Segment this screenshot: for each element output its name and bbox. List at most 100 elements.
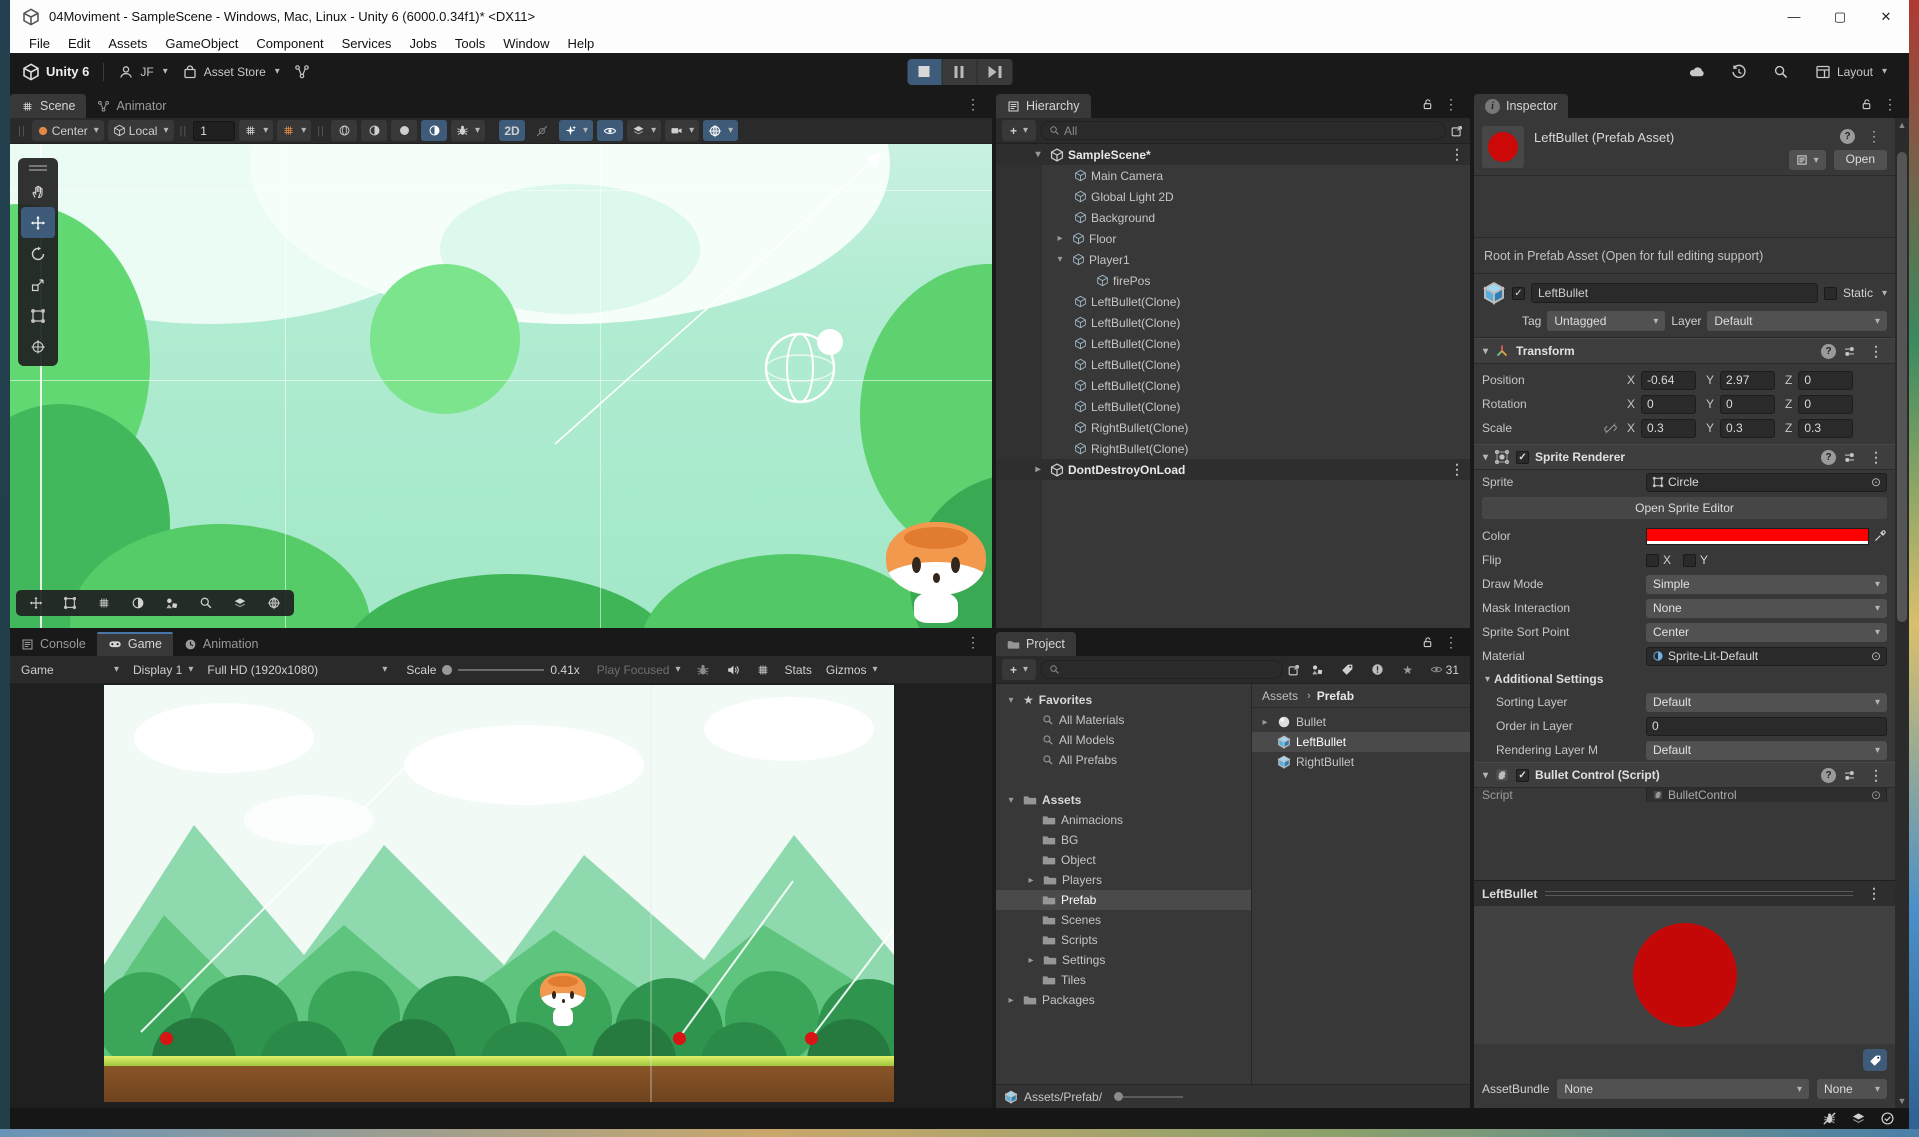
material-object-field[interactable]: Sprite-Lit-Default ⊙ (1646, 647, 1887, 666)
cloud-icon[interactable] (1689, 64, 1705, 80)
vsync-button[interactable] (750, 659, 776, 680)
tools-drag-handle[interactable] (29, 165, 47, 171)
rect-tool-button[interactable] (21, 300, 55, 331)
chevron-down-icon[interactable]: ▾ (1882, 288, 1887, 299)
scene-visibility-button[interactable] (597, 120, 623, 141)
preset-icon[interactable] (1843, 769, 1856, 782)
kebab-icon[interactable]: ⋮ (1861, 128, 1887, 145)
slider-knob[interactable] (442, 665, 452, 675)
project-asset-leftbullet[interactable]: LeftBullet (1252, 732, 1470, 752)
scale-x-field[interactable]: 0.3 (1641, 419, 1696, 438)
hierarchy-item-player1[interactable]: ▾Player1 (996, 249, 1470, 270)
sprite-object-field[interactable]: Circle ⊙ (1646, 473, 1887, 492)
hierarchy-item-leftbullet-clone[interactable]: LeftBullet(Clone) (996, 396, 1470, 417)
tag-dropdown[interactable]: Untagged▾ (1547, 311, 1665, 331)
assetbundle-variant-dropdown[interactable]: None▾ (1817, 1079, 1887, 1099)
hierarchy-menu-kebab-icon[interactable]: ⋮ (1438, 96, 1464, 113)
kebab-icon[interactable]: ⋮ (1863, 767, 1889, 784)
asset-labels-button[interactable] (1863, 1049, 1887, 1071)
grid-overlay-icon[interactable] (88, 592, 120, 614)
position-z-field[interactable]: 0 (1798, 371, 1853, 390)
hierarchy-item-dontdestroyonload[interactable]: ▸DontDestroyOnLoad⋮ (996, 459, 1470, 480)
slider-track[interactable] (458, 669, 544, 671)
object-picker-icon[interactable]: ⊙ (1871, 475, 1881, 489)
sprite-sort-point-dropdown[interactable]: Center▾ (1646, 623, 1887, 642)
project-asset-rightbullet[interactable]: RightBullet (1252, 752, 1470, 772)
undo-history-icon[interactable] (1731, 64, 1747, 80)
foldout-arrow[interactable]: ▾ (1004, 795, 1018, 806)
orientation-dropdown[interactable]: Local ▾ (108, 120, 174, 141)
foldout-arrow[interactable]: ▸ (1004, 995, 1018, 1006)
project-menu-kebab-icon[interactable]: ⋮ (1438, 634, 1464, 651)
render-mode-button[interactable] (421, 120, 447, 141)
menu-services[interactable]: Services (333, 36, 401, 51)
menu-gameobject[interactable]: GameObject (156, 36, 247, 51)
breadcrumb-current[interactable]: Prefab (1317, 689, 1354, 703)
tab-console[interactable]: Console (10, 632, 97, 656)
tab-project[interactable]: Project (996, 632, 1076, 656)
project-search-input[interactable] (1040, 660, 1283, 679)
shading-shaded-wire-button[interactable] (361, 120, 387, 141)
rotation-z-field[interactable]: 0 (1798, 395, 1853, 414)
shading-shaded-button[interactable] (391, 120, 417, 141)
object-picker-icon[interactable]: ⊙ (1871, 649, 1881, 663)
project-folder-players[interactable]: ▸Players (996, 870, 1251, 890)
scale-tool-button[interactable] (21, 269, 55, 300)
rect-overlay-icon[interactable] (54, 592, 86, 614)
scroll-up-arrow[interactable]: ▲ (1895, 118, 1909, 132)
project-folder-assets[interactable]: ▾Assets (996, 790, 1251, 810)
foldout-arrow[interactable]: ▾ (1004, 695, 1018, 706)
game-menu-kebab-icon[interactable]: ⋮ (960, 634, 986, 651)
hierarchy-item-floor[interactable]: ▸Floor (996, 228, 1470, 249)
pause-button[interactable] (942, 59, 977, 85)
hierarchy-item-firepos[interactable]: firePos (996, 270, 1470, 291)
foldout-arrow[interactable]: ▾ (1483, 346, 1488, 357)
stats-button[interactable]: Stats (780, 659, 817, 680)
color-swatch[interactable] (1646, 528, 1869, 545)
drag-handle[interactable]: || (16, 125, 28, 137)
assetbundle-dropdown[interactable]: None▾ (1557, 1079, 1809, 1099)
scene-camera-dropdown[interactable]: ▾ (665, 120, 699, 141)
hierarchy-item-background[interactable]: Background (996, 207, 1470, 228)
project-folder-bg[interactable]: BG (996, 830, 1251, 850)
tab-animation[interactable]: Animation (173, 632, 270, 656)
2d-mode-button[interactable]: 2D (499, 120, 525, 141)
kebab-icon[interactable]: ⋮ (1444, 461, 1470, 478)
lock-icon[interactable] (1421, 98, 1434, 111)
component-enabled-checkbox[interactable]: ✓ (1516, 769, 1529, 782)
search-icon[interactable] (1773, 64, 1789, 80)
shading-wireframe-button[interactable] (331, 120, 357, 141)
rendering-layer-dropdown[interactable]: Default▾ (1646, 741, 1887, 760)
rotation-x-field[interactable]: 0 (1641, 395, 1696, 414)
lock-icon[interactable] (1421, 636, 1434, 649)
scale-y-field[interactable]: 0.3 (1720, 419, 1775, 438)
component-enabled-checkbox[interactable]: ✓ (1516, 451, 1529, 464)
title-bar[interactable]: 04Moviment - SampleScene - Windows, Mac,… (10, 0, 1909, 33)
layers-overlay-icon[interactable] (224, 592, 256, 614)
menu-jobs[interactable]: Jobs (400, 36, 445, 51)
gizmos-dropdown[interactable]: ▾ (703, 120, 738, 141)
scroll-down-arrow[interactable]: ▼ (1895, 1094, 1909, 1108)
foldout-arrow[interactable]: ▸ (1024, 875, 1038, 886)
kebab-icon[interactable]: ⋮ (1444, 146, 1470, 163)
menu-help[interactable]: Help (559, 36, 604, 51)
grid-snap-dropdown[interactable]: ▾ (239, 120, 273, 141)
search-by-type-button[interactable] (1305, 659, 1331, 680)
hierarchy-item-global-light-2d[interactable]: Global Light 2D (996, 186, 1470, 207)
gizmo-overlay-icon[interactable] (258, 592, 290, 614)
open-prefab-button[interactable]: Open (1834, 150, 1887, 170)
zoom-overlay-icon[interactable] (190, 592, 222, 614)
inspector-list-dropdown[interactable]: ▾ (1789, 150, 1826, 170)
project-folder-scenes[interactable]: Scenes (996, 910, 1251, 930)
sprite-renderer-component-header[interactable]: ▾ ✓ Sprite Renderer ? ⋮ (1474, 444, 1895, 470)
hierarchy-item-leftbullet-clone[interactable]: LeftBullet(Clone) (996, 333, 1470, 354)
preview-resize-handle[interactable] (1545, 891, 1853, 896)
scene-effects-dropdown[interactable]: ▾ (559, 120, 593, 141)
project-folder-favorites[interactable]: ▾★Favorites (996, 690, 1251, 710)
transform-tool-button[interactable] (21, 331, 55, 362)
hierarchy-search-input[interactable]: All (1040, 121, 1446, 140)
preset-icon[interactable] (1843, 451, 1856, 464)
rotate-tool-button[interactable] (21, 238, 55, 269)
grid-visibility-dropdown[interactable]: ▾ (627, 120, 661, 141)
favorites-star-button[interactable]: ★ (1395, 659, 1421, 680)
